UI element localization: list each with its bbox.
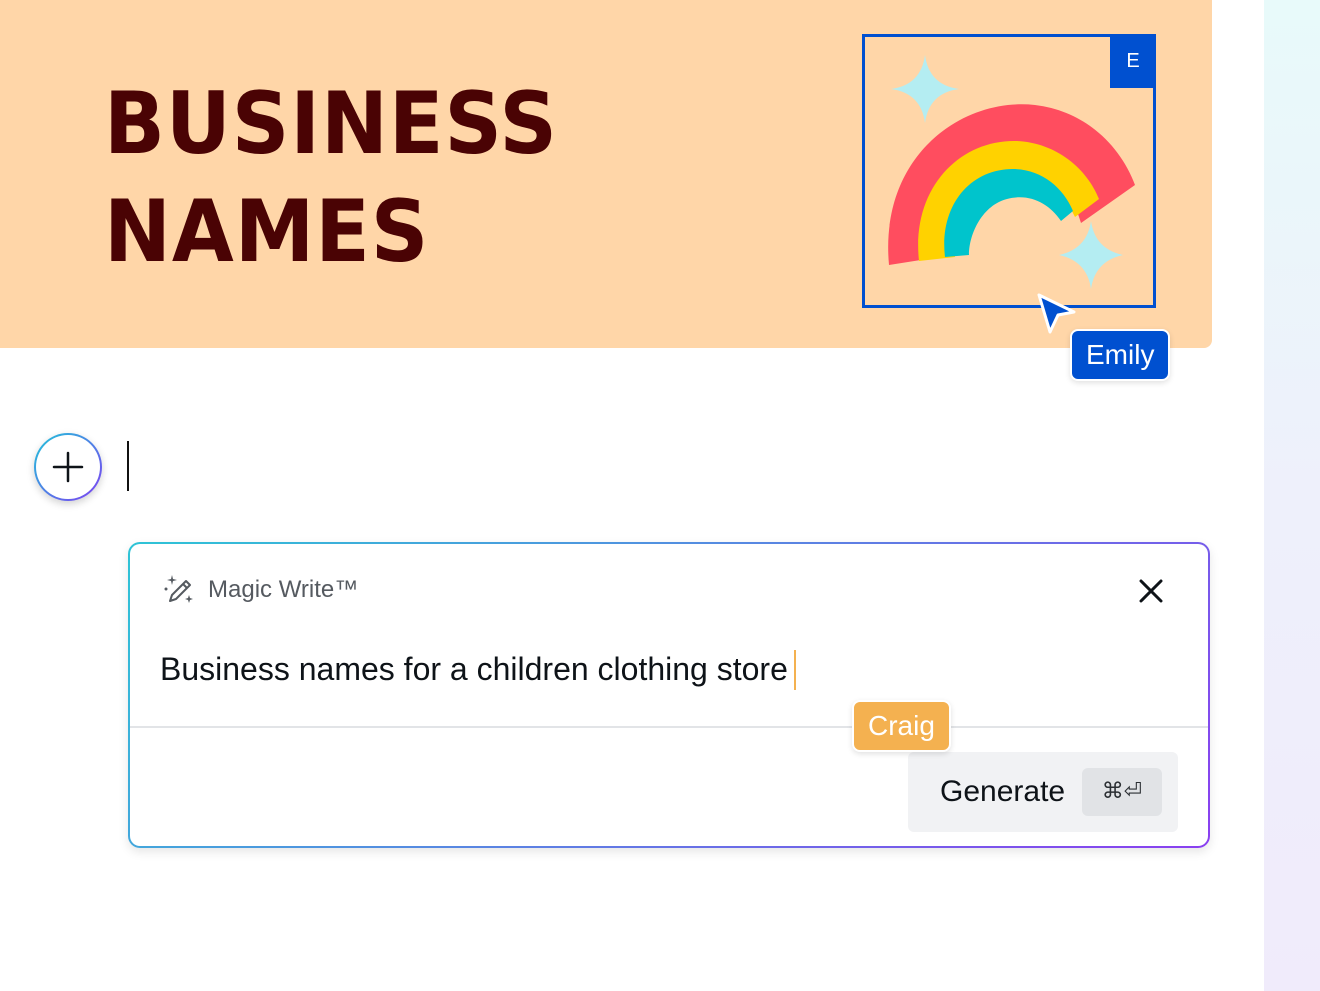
right-side-panel xyxy=(1264,0,1320,991)
cursor-arrow-icon xyxy=(1037,293,1076,334)
plus-icon xyxy=(52,451,84,483)
prompt-text: Business names for a children clothing s… xyxy=(160,651,788,687)
close-icon xyxy=(1139,579,1163,603)
collaborator-tag-craig: Craig xyxy=(852,700,951,752)
close-button[interactable] xyxy=(1134,574,1168,608)
magic-pencil-sparkle-icon xyxy=(164,575,193,603)
collaborator-tag-emily: Emily xyxy=(1070,329,1171,381)
prompt-text-cursor xyxy=(793,650,796,690)
rainbow-graphic-selection[interactable]: E xyxy=(862,34,1156,308)
text-cursor xyxy=(127,441,129,491)
generate-button[interactable]: Generate ⌘⏎ xyxy=(908,752,1178,832)
magic-write-title: Magic Write™ xyxy=(208,576,359,603)
magic-write-prompt-input[interactable]: Business names for a children clothing s… xyxy=(160,650,796,690)
add-element-button[interactable] xyxy=(34,433,102,501)
keyboard-shortcut-hint: ⌘⏎ xyxy=(1082,768,1162,816)
collaborator-badge: E xyxy=(1110,34,1156,88)
sparkle-icon xyxy=(1059,221,1123,289)
magic-write-header: Magic Write™ xyxy=(162,572,358,608)
divider xyxy=(130,726,1208,728)
title-banner: BUSINESS NAMES E xyxy=(0,0,1212,348)
generate-label: Generate xyxy=(940,775,1066,808)
sparkle-icon xyxy=(891,55,959,123)
magic-write-panel: Magic Write™ Business names for a childr… xyxy=(128,542,1210,848)
banner-title[interactable]: BUSINESS NAMES xyxy=(104,70,558,286)
